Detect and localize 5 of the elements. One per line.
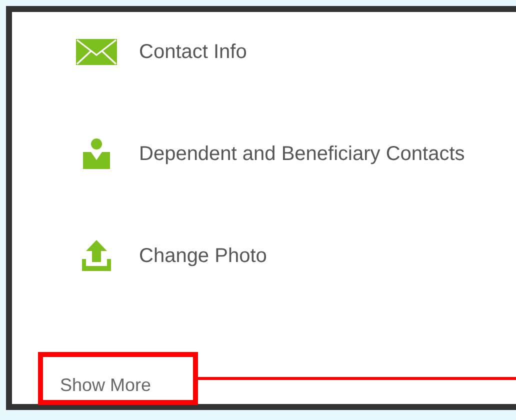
show-more-link[interactable]: Show More	[60, 375, 152, 396]
menu-item[interactable]: Dependent and Beneficiary Contacts	[76, 114, 516, 194]
envelope-icon	[76, 36, 117, 68]
menu-item[interactable]: Contact Info	[76, 12, 516, 92]
menu-item[interactable]: Change Photo	[76, 216, 516, 296]
